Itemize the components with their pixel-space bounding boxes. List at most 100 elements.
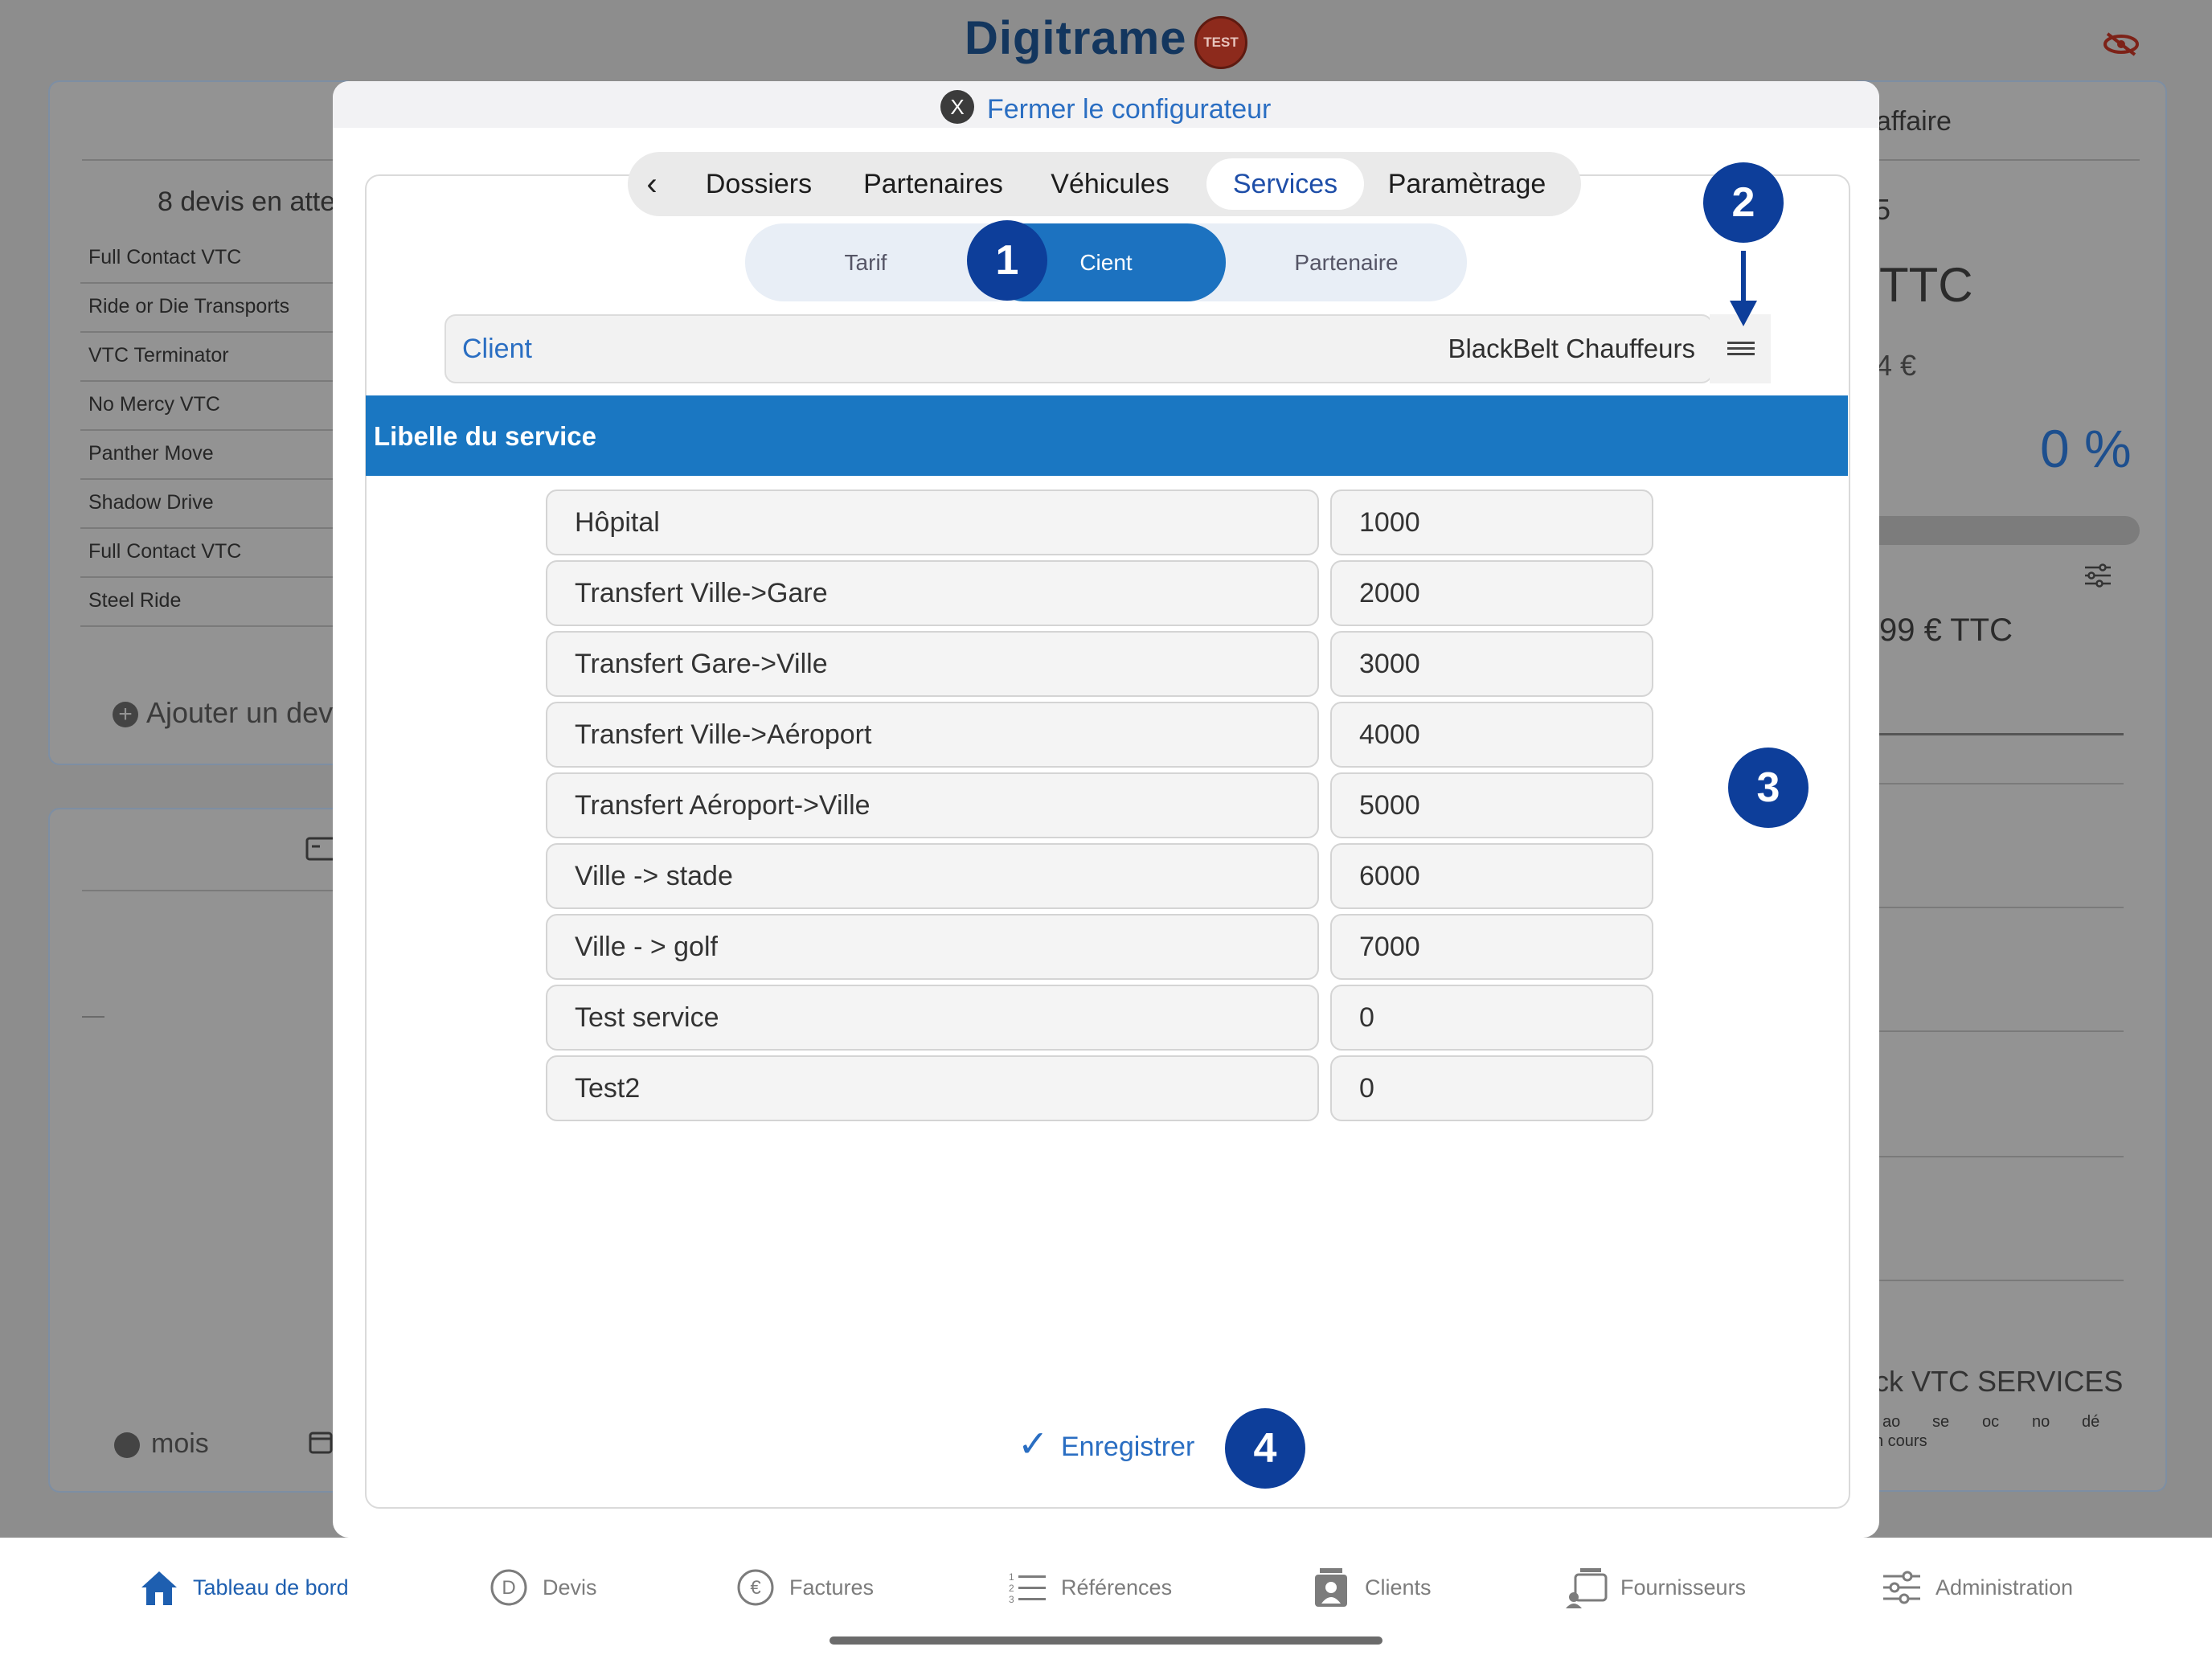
month-label: se: [1932, 1413, 1950, 1431]
client-label: Client: [462, 334, 532, 364]
service-name-field[interactable]: Ville -> stade: [546, 843, 1319, 909]
tabbar-devis[interactable]: D Devis: [486, 1563, 597, 1612]
service-name-field[interactable]: Transfert Gare->Ville: [546, 631, 1319, 697]
segment-tarif[interactable]: Tarif: [745, 223, 986, 301]
suppliers-icon: [1564, 1565, 1609, 1610]
service-name-field[interactable]: Transfert Ville->Aéroport: [546, 702, 1319, 768]
app-header: Digitrame TEST: [0, 0, 2212, 80]
service-price-field[interactable]: 2000: [1330, 560, 1653, 626]
service-name-field[interactable]: Test2: [546, 1055, 1319, 1121]
tabbar-clients[interactable]: Clients: [1309, 1563, 1432, 1612]
close-icon[interactable]: X: [940, 90, 974, 124]
bottom-tab-bar: Tableau de bord D Devis € Factures 123 R…: [0, 1538, 2212, 1659]
close-configurator-link[interactable]: Fermer le configurateur: [987, 94, 1271, 125]
tab-services[interactable]: Services: [1206, 158, 1364, 210]
clients-icon: [1309, 1565, 1354, 1610]
plus-circle-icon: +: [113, 702, 138, 728]
sliders-icon: [1879, 1565, 1924, 1610]
service-name-field[interactable]: Ville - > golf: [546, 914, 1319, 980]
month-label: no: [2032, 1413, 2050, 1431]
revenue-card: affaire 5 TTC 4 € 0 % 99 € TTC ck VTC SE…: [1849, 80, 2167, 1492]
quote-list-item[interactable]: Ride or Die Transports: [88, 295, 289, 318]
services-table-header: Libelle du service: [366, 395, 1848, 476]
tab-vehicules[interactable]: Véhicules: [1030, 152, 1190, 216]
tabbar-fournisseurs[interactable]: Fournisseurs: [1564, 1563, 1746, 1612]
arrow-down-icon: [1730, 301, 1757, 326]
eye-slash-icon[interactable]: [2101, 31, 2141, 58]
month-toggle[interactable]: mois: [114, 1428, 209, 1460]
home-indicator: [830, 1636, 1382, 1645]
quotes-card: 8 devis en atte: [48, 80, 357, 765]
service-price-field[interactable]: 7000: [1330, 914, 1653, 980]
checkmark-icon[interactable]: ✓: [1018, 1422, 1049, 1465]
services-header-label: Libelle du service: [374, 421, 596, 451]
euro-icon: €: [733, 1565, 778, 1610]
list-icon: 123: [1005, 1565, 1050, 1610]
test-badge: TEST: [1194, 16, 1247, 69]
revenue-amount: 4 €: [1876, 349, 1917, 382]
revenue-status: n cours: [1874, 1432, 1927, 1450]
month-label: dé: [2082, 1413, 2100, 1431]
tabbar-tableau-de-bord[interactable]: Tableau de bord: [137, 1563, 349, 1612]
quote-list-item[interactable]: Full Contact VTC: [88, 540, 241, 563]
quote-list-item[interactable]: VTC Terminator: [88, 344, 229, 367]
sliders-icon[interactable]: [2083, 563, 2112, 588]
svg-text:3: 3: [1009, 1594, 1014, 1605]
tab-partenaires[interactable]: Partenaires: [845, 152, 1022, 216]
quote-list-item[interactable]: Steel Ride: [88, 589, 181, 612]
chevron-left-icon[interactable]: ‹: [628, 152, 676, 216]
section-tabs: ‹ Dossiers Partenaires Véhicules Service…: [628, 152, 1581, 216]
client-select[interactable]: Client BlackBelt Chauffeurs: [444, 314, 1713, 383]
tab-dossiers[interactable]: Dossiers: [684, 152, 834, 216]
svg-text:2: 2: [1009, 1583, 1014, 1594]
quote-list-item[interactable]: Full Contact VTC: [88, 246, 241, 269]
revenue-amount2: 99 € TTC: [1879, 612, 2013, 648]
tab-parametrage[interactable]: Paramètrage: [1372, 152, 1562, 216]
calendar-icon[interactable]: [309, 1430, 333, 1454]
service-price-field[interactable]: 3000: [1330, 631, 1653, 697]
pricing-segment: Tarif Cient Partenaire: [745, 223, 1467, 301]
svg-text:1: 1: [1009, 1571, 1014, 1583]
home-icon: [137, 1565, 182, 1610]
step-marker-4: 4: [1225, 1408, 1305, 1489]
service-name-field[interactable]: Hôpital: [546, 490, 1319, 555]
segment-partenaire[interactable]: Partenaire: [1226, 223, 1467, 301]
client-value: BlackBelt Chauffeurs: [1448, 334, 1695, 363]
revenue-ttc: TTC: [1879, 258, 1973, 312]
service-price-field[interactable]: 1000: [1330, 490, 1653, 555]
revenue-percent: 0 %: [2040, 419, 2132, 478]
step-marker-3: 3: [1728, 748, 1809, 828]
arrow-shaft: [1741, 251, 1746, 307]
add-quote-button[interactable]: + Ajouter un dev: [113, 696, 333, 730]
quote-list-item[interactable]: Panther Move: [88, 442, 214, 465]
service-price-field[interactable]: 6000: [1330, 843, 1653, 909]
quote-list-item[interactable]: Shadow Drive: [88, 491, 214, 514]
step-marker-2: 2: [1703, 162, 1784, 243]
d-circle-icon: D: [486, 1565, 531, 1610]
configurator-modal: X Fermer le configurateur ‹ Dossiers Par…: [333, 81, 1879, 1538]
dash-mark: —: [82, 1002, 104, 1027]
service-price-field[interactable]: 0: [1330, 1055, 1653, 1121]
service-name-field[interactable]: Test service: [546, 985, 1319, 1051]
svg-text:€: €: [750, 1577, 761, 1599]
tabbar-references[interactable]: 123 Références: [1005, 1563, 1172, 1612]
service-price-field[interactable]: 4000: [1330, 702, 1653, 768]
progress-bar: [1858, 516, 2140, 545]
quote-list-item[interactable]: No Mercy VTC: [88, 393, 220, 416]
service-name-field[interactable]: Transfert Aéroport->Ville: [546, 772, 1319, 838]
tabbar-factures[interactable]: € Factures: [733, 1563, 874, 1612]
service-name-field[interactable]: Transfert Ville->Gare: [546, 560, 1319, 626]
app-logo: Digitrame: [965, 12, 1187, 64]
tabbar-administration[interactable]: Administration: [1879, 1563, 2073, 1612]
calendar-card: — mois: [48, 808, 357, 1493]
month-icon: [114, 1432, 140, 1459]
save-button[interactable]: Enregistrer: [1061, 1432, 1194, 1463]
revenue-company: ck VTC SERVICES: [1874, 1365, 2124, 1398]
service-price-field[interactable]: 5000: [1330, 772, 1653, 838]
month-label: oc: [1982, 1413, 2000, 1431]
step-marker-1: 1: [967, 220, 1047, 301]
revenue-title: affaire: [1876, 106, 1952, 137]
service-price-field[interactable]: 0: [1330, 985, 1653, 1051]
quotes-heading: 8 devis en atte: [158, 186, 336, 217]
svg-text:D: D: [502, 1577, 515, 1599]
